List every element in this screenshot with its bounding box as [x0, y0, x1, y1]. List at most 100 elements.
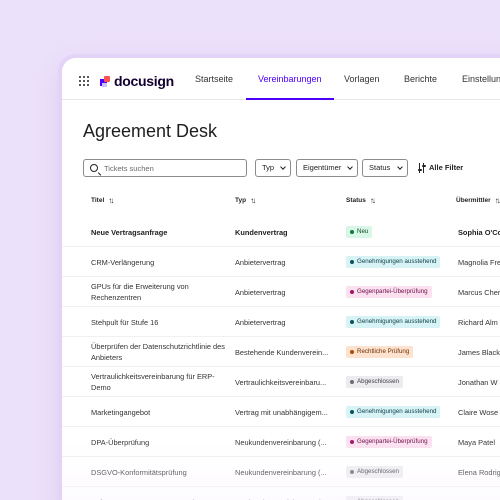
sort-icon[interactable]: ↑↓: [250, 196, 256, 205]
tab-vereinbarungen[interactable]: Vereinbarungen: [246, 58, 334, 100]
docusign-logo-icon: [100, 75, 111, 87]
status-dot-icon: [350, 230, 354, 234]
row-submitter: Richard Alm: [458, 318, 498, 327]
tab-vorlagen[interactable]: Vorlagen: [344, 58, 380, 100]
row-submitter: Claire Wose: [458, 408, 499, 417]
app-launcher-icon[interactable]: [79, 76, 89, 86]
row-type: Bestehende Kundenverein...: [235, 348, 329, 357]
status-badge-label: Abgeschlossen: [357, 468, 399, 475]
status-badge: Genehmigungen ausstehend: [346, 316, 441, 328]
row-type: Neukundenvereinbarung (...: [235, 468, 327, 477]
row-divider: [62, 456, 500, 457]
status-dot-icon: [350, 290, 354, 294]
tab-einstellungen[interactable]: Einstellung: [462, 58, 500, 100]
status-badge: Gegenpartei-Überprüfung: [346, 286, 432, 298]
row-title[interactable]: DPA-Überprüfung: [91, 437, 226, 448]
row-type: Anbietervertrag: [235, 318, 286, 327]
status-badge: Neu: [346, 226, 373, 238]
row-submitter: Sophia O'Co: [458, 228, 500, 237]
status-badge: Genehmigungen ausstehend: [346, 406, 441, 418]
filter-sliders-icon: [417, 163, 426, 173]
sort-icon[interactable]: ↑↓: [108, 196, 114, 205]
row-divider: [62, 426, 500, 427]
status-dot-icon: [350, 350, 354, 354]
row-type: Anbietervertrag: [235, 258, 286, 267]
row-submitter: Magnolia Fre: [458, 258, 500, 267]
status-badge: Gegenpartei-Überprüfung: [346, 436, 432, 448]
status-badge-label: Genehmigungen ausstehend: [357, 258, 437, 265]
row-title[interactable]: Marketingangebot: [91, 407, 226, 418]
row-submitter: James Black: [458, 348, 500, 357]
status-badge: Abgeschlossen: [346, 376, 403, 388]
row-type: Neukundenvereinbarung (...: [235, 438, 327, 447]
status-dot-icon: [350, 440, 354, 444]
row-type: Vertrag mit unabhängigem...: [235, 408, 328, 417]
row-title[interactable]: Stehpult für Stufe 16: [91, 317, 226, 328]
row-type: Kundenvertrag: [235, 228, 288, 237]
row-title[interactable]: CRM-Verlängerung: [91, 257, 226, 268]
status-dot-icon: [350, 410, 354, 414]
status-badge: Rechtliche Prüfung: [346, 346, 414, 358]
row-title[interactable]: GPUs für die Erweiterung von Rechenzentr…: [91, 281, 226, 303]
brand-name: docusign: [114, 73, 174, 89]
status-dot-icon: [350, 470, 354, 474]
row-title[interactable]: DSGVO-Konformitätsprüfung: [91, 467, 226, 478]
status-badge-label: Abgeschlossen: [357, 378, 399, 385]
status-badge-label: Genehmigungen ausstehend: [357, 408, 437, 415]
column-header-status[interactable]: Status ↑↓: [346, 196, 376, 205]
app-window: docusign Startseite Vereinbarungen Vorla…: [62, 58, 500, 500]
status-filter-label: Status: [369, 163, 391, 172]
docusign-logo[interactable]: docusign: [100, 73, 174, 89]
row-type: Anbietervertrag: [235, 288, 286, 297]
status-badge-label: Neu: [357, 228, 369, 235]
column-header-title[interactable]: Titel ↑↓: [91, 196, 114, 205]
row-divider: [62, 366, 500, 367]
type-filter-dropdown[interactable]: Typ: [255, 159, 291, 177]
search-field[interactable]: [83, 159, 247, 177]
status-badge: Genehmigungen ausstehend: [346, 256, 441, 268]
column-header-status-label: Status: [346, 197, 366, 204]
chevron-down-icon: [280, 164, 286, 170]
row-title[interactable]: Neue Vertragsanfrage: [91, 227, 226, 238]
column-header-submitter-label: Übermittler: [456, 197, 491, 204]
row-divider: [62, 306, 500, 307]
search-icon: [90, 164, 98, 172]
row-type: Vertraulichkeitsvereinbaru...: [235, 378, 327, 387]
sort-icon[interactable]: ↑↓: [370, 196, 376, 205]
status-badge: Abgeschlossen: [346, 466, 403, 478]
page-title: Agreement Desk: [83, 121, 218, 141]
row-submitter: Jonathan W: [458, 378, 498, 387]
column-header-submitter[interactable]: Übermittler ↑↓: [456, 196, 500, 205]
chevron-down-icon: [347, 164, 353, 170]
all-filters-button[interactable]: Alle Filter: [415, 159, 463, 177]
column-header-type[interactable]: Typ ↑↓: [235, 196, 256, 205]
row-divider: [62, 276, 500, 277]
row-divider: [62, 396, 500, 397]
chevron-down-icon: [397, 164, 403, 170]
row-submitter: Marcus Cher: [458, 288, 500, 297]
sort-icon[interactable]: ↑↓: [495, 196, 500, 205]
row-title[interactable]: Überprüfen der Datenschutzrichtlinie des…: [91, 341, 226, 363]
search-input[interactable]: [104, 162, 244, 174]
all-filters-label: Alle Filter: [429, 163, 464, 172]
status-filter-dropdown[interactable]: Status: [362, 159, 408, 177]
type-filter-label: Typ: [262, 163, 275, 172]
row-divider: [62, 486, 500, 487]
status-dot-icon: [350, 320, 354, 324]
status-dot-icon: [350, 380, 354, 384]
column-header-type-label: Typ: [235, 197, 247, 204]
tab-berichte[interactable]: Berichte: [404, 58, 437, 100]
status-dot-icon: [350, 260, 354, 264]
top-navigation: docusign Startseite Vereinbarungen Vorla…: [62, 58, 500, 100]
owner-filter-dropdown[interactable]: Eigentümer: [296, 159, 358, 177]
tab-startseite[interactable]: Startseite: [195, 58, 233, 100]
status-badge-label: Genehmigungen ausstehend: [357, 318, 437, 325]
status-badge-label: Gegenpartei-Überprüfung: [357, 438, 428, 445]
row-divider: [62, 246, 500, 247]
row-title[interactable]: Vertraulichkeitsvereinbarung für ERP-Dem…: [91, 371, 226, 393]
row-submitter: Maya Patel: [458, 438, 495, 447]
status-badge: Abgeschlossen: [346, 496, 403, 500]
row-submitter: Elena Rodrig: [458, 468, 500, 477]
row-divider: [62, 336, 500, 337]
status-badge-label: Gegenpartei-Überprüfung: [357, 288, 428, 295]
